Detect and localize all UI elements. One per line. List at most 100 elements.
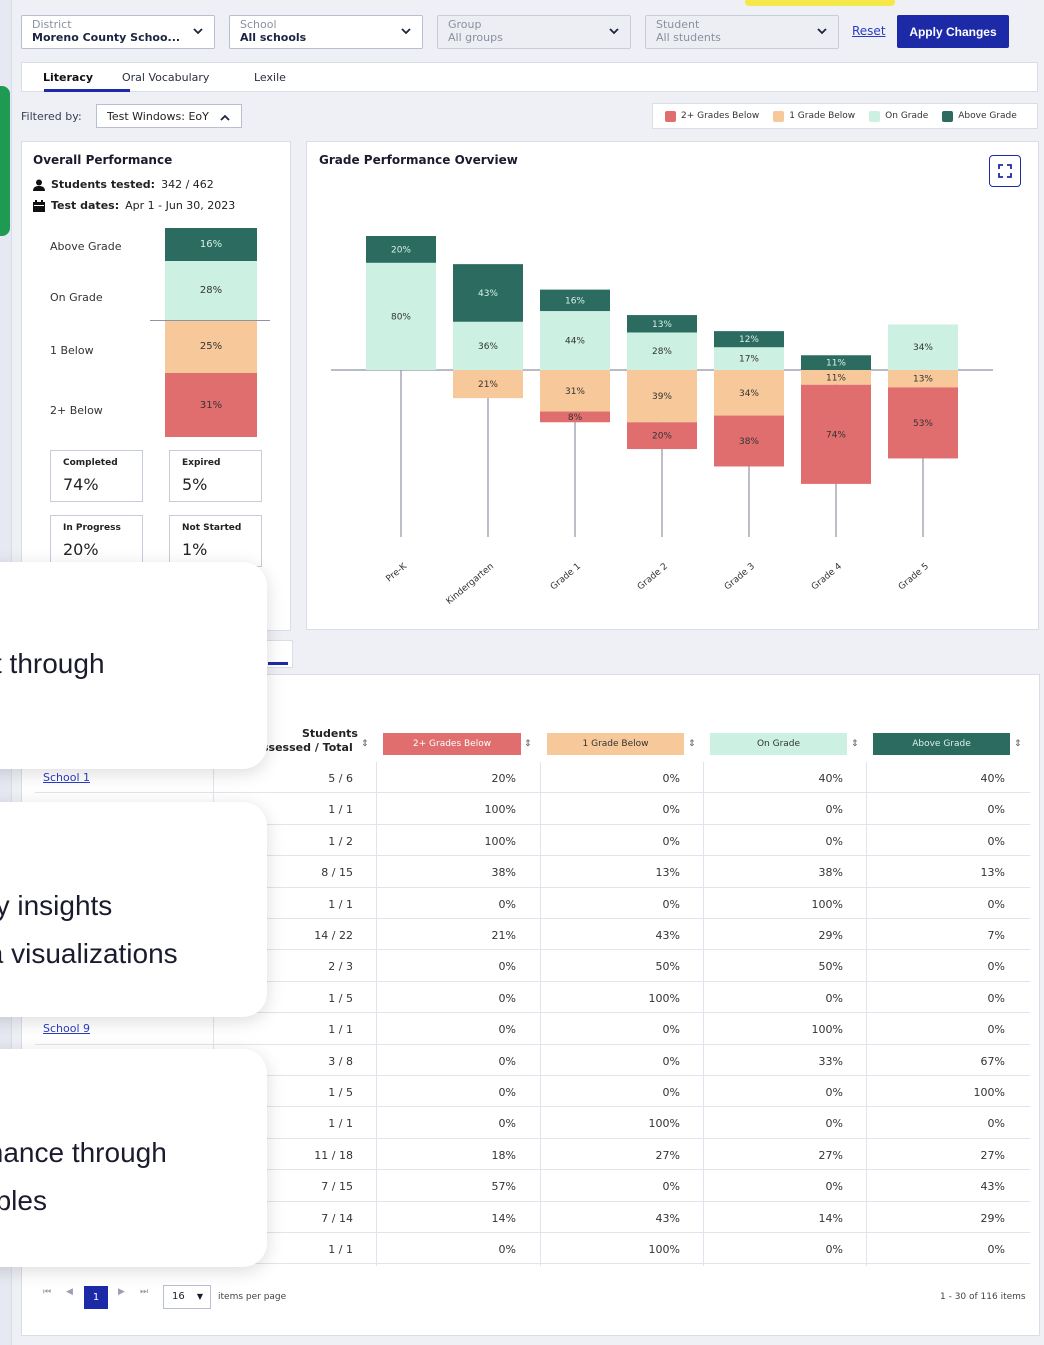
cell-one: 100% [648,991,680,1005]
page-button-current[interactable]: 1 [84,1286,108,1309]
active-tab-indicator [268,662,288,665]
sort-icon[interactable]: ⇕ [1014,739,1022,749]
cell-on: 29% [818,929,843,942]
bar-label: 44% [565,337,585,347]
header-on-grade[interactable]: On Grade [710,733,847,755]
overall-performance-panel: Overall Performance Students tested: 342 … [21,141,291,631]
cell-above: 7% [987,929,1005,942]
cell-one: 43% [655,929,680,942]
chart-legend: 2+ Grades Below 1 Grade Below On Grade A… [652,103,1038,129]
column-divider [703,762,704,1266]
popup-text: ey insights [0,890,113,921]
header-two-below[interactable]: 2+ Grades Below [383,733,521,755]
prev-page-icon[interactable]: ◀ [66,1287,73,1297]
legend-item: On Grade [869,110,928,122]
category-label: Grade 1 [549,562,583,593]
group-label: Group [448,18,482,31]
first-page-icon[interactable]: ⏮ [43,1287,51,1297]
per-page-select[interactable]: 16 ▼ [163,1285,211,1309]
cell-two: 0% [498,897,516,911]
bar-label: 16% [565,296,585,306]
tab-oral-vocabulary[interactable]: Oral Vocabulary [122,71,209,84]
cell-on: 0% [825,1117,843,1131]
cell-one: 0% [662,1180,680,1194]
cell-assessed: 14 / 22 [314,929,353,942]
category-label: Grade 5 [897,562,931,593]
completed-card: Completed 74% [50,450,143,502]
cell-assessed: 1 / 1 [328,1243,353,1256]
reset-link[interactable]: Reset [852,24,886,38]
sort-icon[interactable]: ⇕ [361,739,369,749]
sort-icon[interactable]: ⇕ [524,739,532,749]
student-value: All students [656,31,721,44]
cell-assessed: 1 / 1 [328,1117,353,1131]
cell-above: 67% [980,1054,1005,1068]
sort-icon[interactable]: ⇕ [688,739,696,749]
active-tab-indicator [44,89,130,92]
chevron-down-icon [401,28,411,35]
cell-one: 100% [648,1243,680,1256]
cell-above: 27% [980,1148,1005,1162]
in-progress-card: In Progress 20% [50,515,143,567]
group-select[interactable]: Group All groups [437,15,631,49]
cell-above: 0% [987,897,1005,911]
cell-above: 0% [987,960,1005,974]
cell-on: 0% [825,1086,843,1099]
cell-assessed: 1 / 5 [328,991,353,1005]
test-window-value: Test Windows: EoY [107,110,209,123]
items-summary: 1 - 30 of 116 items [940,1292,1026,1302]
popup-text: ables [0,1185,47,1216]
cell-on: 0% [825,834,843,848]
school-select[interactable]: School All schools [229,15,423,49]
test-window-filter[interactable]: Test Windows: EoY [96,104,242,128]
legend-item: Above Grade [942,110,1017,122]
school-label: School [240,18,277,31]
bar-label: 43% [478,289,498,299]
last-page-icon[interactable]: ⏭ [140,1287,148,1297]
popup-text: mance through [0,1137,167,1168]
cell-two: 57% [491,1180,516,1194]
tab-lexile[interactable]: Lexile [254,71,286,84]
bar-label: 13% [652,320,672,330]
cell-assessed: 1 / 1 [328,1023,353,1037]
on-grade-divider [150,320,270,321]
tab-literacy[interactable]: Literacy [43,71,93,84]
cell-two: 100% [484,803,516,817]
cell-on: 38% [818,866,843,880]
next-page-icon[interactable]: ▶ [118,1287,125,1297]
cell-above: 0% [987,803,1005,817]
cell-on: 0% [825,991,843,1005]
cell-one: 0% [662,772,680,785]
bar-label: 11% [826,373,846,383]
cell-two: 20% [491,772,516,785]
cell-one: 43% [655,1211,680,1225]
cell-assessed: 8 / 15 [321,866,353,880]
cell-two: 0% [498,1243,516,1256]
grade-chart: 80% 20% Pre-K 36% 43% 21% Kindergarten 44% 16% 31… [331,236,993,607]
school-link[interactable]: School 1 [43,771,90,784]
header-above-grade[interactable]: Above Grade [873,733,1010,755]
user-icon [33,179,45,191]
header-one-below[interactable]: 1 Grade Below [547,733,684,755]
district-select[interactable]: District Moreno County Schoo... [21,15,215,49]
bar-label: 8% [568,413,583,423]
feature-popup: st through [0,562,267,769]
table-row: School 9 1 / 1 0% 0% 100% 0% [35,1013,1030,1045]
cell-on: 100% [811,1023,843,1037]
cell-assessed: 7 / 14 [321,1211,353,1225]
table-tab-button[interactable] [265,640,293,668]
cell-assessed: 1 / 1 [328,897,353,911]
bar-label: 53% [913,419,933,429]
school-link[interactable]: School 9 [43,1022,90,1035]
apply-changes-button[interactable]: Apply Changes [897,15,1009,48]
popup-text: st through [0,648,105,679]
stack-label: 1 Below [50,344,94,357]
grade-performance-panel: Grade Performance Overview 80% 20% Pre-K 36… [306,141,1039,630]
cell-two: 0% [498,1054,516,1068]
student-select[interactable]: Student All students [645,15,839,49]
feature-popup: ey insights ta visualizations [0,802,267,1017]
sort-icon[interactable]: ⇕ [851,739,859,749]
assessed-header: ssessed / Total [262,741,353,754]
bar-label: 39% [652,392,672,402]
bar-label: 38% [739,437,759,447]
